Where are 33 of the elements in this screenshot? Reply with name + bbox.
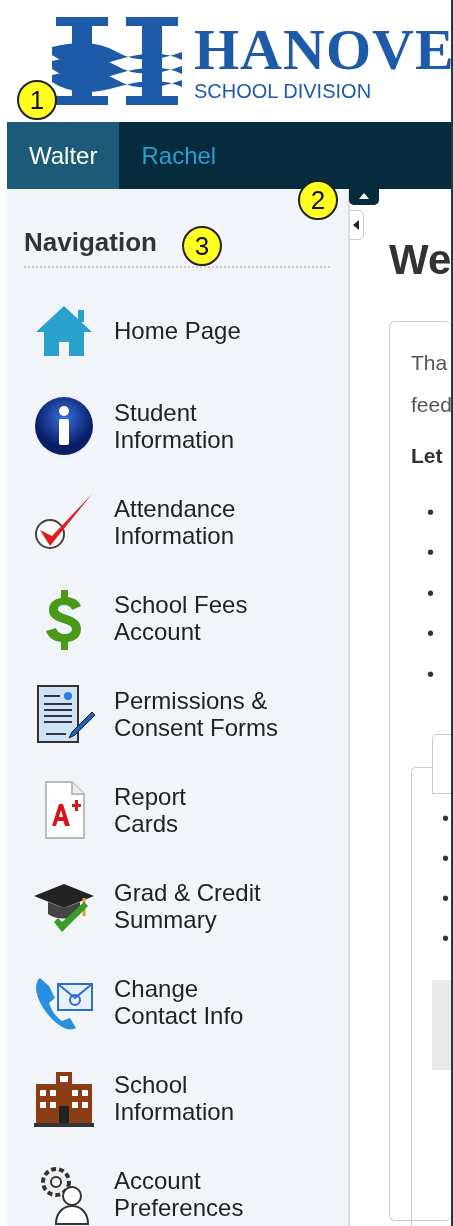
sidebar-item[interactable]: Student Information bbox=[24, 378, 330, 474]
bullet: • bbox=[442, 846, 450, 871]
caret-left-icon bbox=[353, 220, 359, 230]
section-heading: Let bbox=[411, 443, 444, 469]
sidebar-item[interactable]: Permissions & Consent Forms bbox=[24, 666, 330, 762]
bullet: • bbox=[426, 580, 435, 606]
sidebar-item[interactable]: Home Page bbox=[24, 282, 330, 378]
bullet: • bbox=[426, 621, 435, 646]
logo-subtitle: SCHOOL DIVISION bbox=[194, 81, 373, 101]
paragraph-line: feed bbox=[411, 392, 451, 418]
sidebar-item[interactable]: Grad & Credit Summary bbox=[24, 858, 330, 954]
sidebar-item[interactable]: Report Cards bbox=[24, 762, 330, 858]
paragraph-line: Tha bbox=[411, 350, 449, 376]
collapse-up-button[interactable] bbox=[349, 189, 379, 205]
bullet: • bbox=[442, 806, 450, 831]
student-tab[interactable]: Walter bbox=[7, 122, 120, 189]
bullet: • bbox=[442, 886, 450, 911]
caret-up-icon bbox=[359, 193, 369, 199]
student-tab[interactable]: Rachel bbox=[119, 122, 239, 189]
sidebar-item[interactable]: Change Contact Info bbox=[24, 954, 330, 1050]
bullet: • bbox=[442, 926, 450, 951]
sidebar-item[interactable]: Account Preferences bbox=[24, 1146, 330, 1226]
logo-icon bbox=[52, 17, 182, 105]
sidebar-item[interactable]: School Information bbox=[24, 1050, 330, 1146]
bullet: • bbox=[426, 499, 435, 525]
sidebar-item[interactable]: Attendance Information bbox=[24, 474, 330, 570]
callout-marker: 1 bbox=[17, 80, 57, 120]
sidebar-item[interactable]: School Fees Account bbox=[24, 570, 330, 666]
bullet: • bbox=[426, 661, 435, 687]
page-heading: We bbox=[389, 239, 451, 281]
bullet: • bbox=[426, 540, 435, 565]
info-icon bbox=[32, 394, 96, 458]
collapse-left-button[interactable] bbox=[350, 210, 364, 240]
